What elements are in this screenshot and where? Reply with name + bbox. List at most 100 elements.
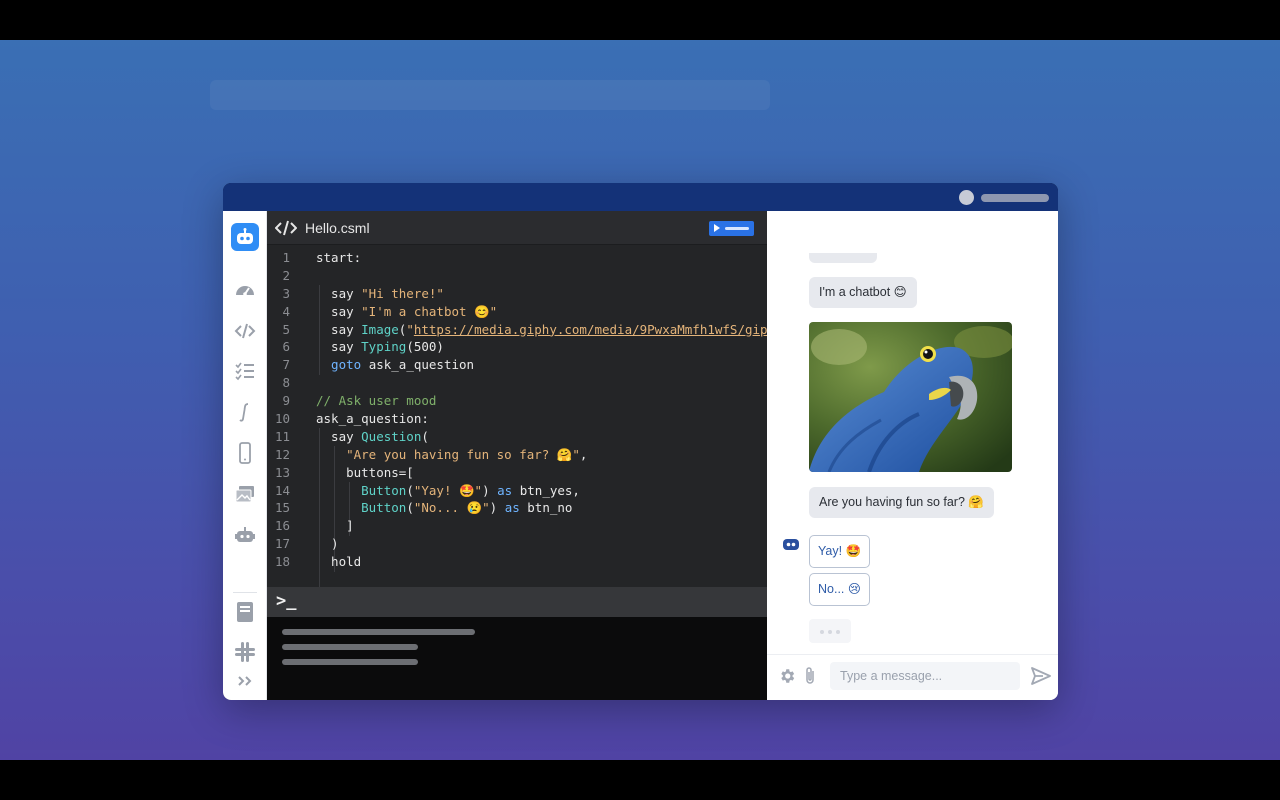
book-icon[interactable] [234, 601, 256, 623]
line-number: 1 [282, 250, 290, 265]
line-number: 5 [282, 321, 290, 337]
robot-logo-icon[interactable] [231, 223, 259, 251]
code-text: start: [316, 249, 361, 267]
quick-reply-no-button[interactable]: No... 😢 [809, 573, 870, 606]
code-text: hold [316, 553, 361, 571]
line-number: 11 [274, 428, 290, 444]
code-token: ( [406, 482, 414, 498]
code-token: , [579, 446, 588, 462]
editor-tab[interactable]: Hello.csml [267, 211, 767, 245]
user-name-placeholder [981, 194, 1049, 202]
terminal-prompt-icon: >_ [276, 591, 297, 611]
line-number: 13 [274, 464, 290, 480]
previous-message-placeholder [809, 253, 877, 263]
code-token: ) [316, 536, 339, 552]
code-token: ask_a_question: [316, 411, 429, 427]
code-text: say Question( [316, 428, 429, 446]
code-token: "Yay! 🤩" [413, 482, 483, 498]
play-icon [714, 224, 720, 232]
code-token: "No... 😢" [413, 500, 490, 516]
code-text: say "I'm a chatbot 😊" [316, 303, 497, 321]
sidebar-divider [233, 592, 257, 593]
run-label-placeholder [725, 227, 749, 230]
line-number: 4 [282, 303, 290, 319]
code-token: "Hi there!" [361, 285, 444, 301]
code-token: say [316, 339, 362, 355]
code-token: " [406, 321, 414, 337]
bot-message-chatbot: I'm a chatbot 😊 [809, 277, 917, 308]
terminal-line-placeholder [282, 659, 418, 665]
gear-icon[interactable] [778, 667, 796, 685]
terminal-output [267, 617, 767, 700]
code-line: 15 Button("No... 😢") as btn_no [267, 499, 767, 517]
mobile-icon[interactable] [234, 442, 256, 464]
code-token: // Ask user mood [316, 393, 437, 409]
terminal-header[interactable]: >_ [267, 587, 767, 617]
code-text: say Image("https://media.giphy.com/media… [316, 321, 767, 339]
dashboard-gauge-icon[interactable] [234, 279, 256, 301]
quick-reply-yes-button[interactable]: Yay! 🤩 [809, 535, 871, 568]
code-line: 2 [267, 267, 767, 285]
code-line: 18 hold [267, 553, 767, 571]
line-number: 12 [274, 446, 290, 462]
slack-icon[interactable] [234, 641, 256, 663]
terminal-line-placeholder [282, 644, 418, 650]
line-number: 18 [274, 554, 290, 570]
code-text: "Are you having fun so far? 🤗", [316, 446, 587, 464]
line-number: 14 [274, 482, 290, 498]
bot-icon[interactable] [234, 524, 256, 546]
media-icon[interactable] [234, 483, 256, 505]
app-window: Hello.csml 1 start: 2 3 say "Hi there!" 4 sa… [223, 183, 1058, 700]
code-token: btn_yes, [512, 482, 580, 498]
code-line: 6 say Typing(500) [267, 338, 767, 356]
code-line: 4 say "I'm a chatbot 😊" [267, 303, 767, 321]
line-number: 15 [274, 500, 290, 516]
line-number: 6 [282, 339, 290, 355]
code-token: as [497, 482, 513, 498]
code-line: 12 "Are you having fun so far? 🤗", [267, 446, 767, 464]
code-token: ask_a_question [368, 357, 475, 373]
letterbox-top [0, 0, 1280, 40]
code-token: hold [316, 554, 362, 570]
code-line: 17 ) [267, 535, 767, 553]
line-number: 16 [274, 518, 290, 534]
code-area[interactable]: 1 start: 2 3 say "Hi there!" 4 say "I'm a ch… [267, 249, 767, 589]
code-token: as [504, 500, 520, 516]
code-text: buttons=[ [316, 464, 414, 482]
expand-icon[interactable] [234, 670, 256, 692]
editor-filename: Hello.csml [305, 220, 370, 236]
chat-input-bar [767, 654, 1058, 700]
code-token: Button [316, 482, 407, 498]
code-line: 9 // Ask user mood [267, 392, 767, 410]
window-titlebar [223, 183, 1058, 211]
message-input[interactable] [830, 662, 1020, 690]
bot-message-question: Are you having fun so far? 🤗 [809, 487, 994, 518]
typing-indicator [809, 619, 851, 643]
code-token: ) [489, 500, 505, 516]
chat-preview: I'm a chatbot 😊 Are you having fun so fa… [767, 211, 1058, 700]
code-line: 14 Button("Yay! 🤩") as btn_yes, [267, 482, 767, 500]
paperclip-icon[interactable] [803, 666, 817, 686]
code-line: 5 say Image("https://media.giphy.com/med… [267, 321, 767, 339]
function-icon[interactable] [234, 401, 256, 423]
code-token: say [316, 428, 362, 444]
checklist-icon[interactable] [234, 360, 256, 382]
sidebar [223, 211, 267, 700]
code-token: goto [316, 357, 369, 373]
user-avatar[interactable] [959, 190, 974, 205]
code-text: ] [316, 517, 354, 535]
code-icon[interactable] [234, 320, 256, 342]
code-line: 1 start: [267, 249, 767, 267]
run-button[interactable] [709, 221, 754, 236]
line-number: 2 [282, 267, 290, 283]
code-token: start: [316, 250, 362, 265]
send-icon[interactable] [1031, 667, 1051, 685]
code-text: // Ask user mood [316, 392, 436, 410]
code-text: Button("Yay! 🤩") as btn_yes, [316, 482, 580, 500]
code-text: ask_a_question: [316, 410, 429, 428]
code-file-icon [275, 220, 297, 236]
code-token: say [316, 285, 362, 301]
bot-avatar-icon [783, 539, 799, 550]
code-token: ] [316, 518, 354, 534]
code-line: 10 ask_a_question: [267, 410, 767, 428]
